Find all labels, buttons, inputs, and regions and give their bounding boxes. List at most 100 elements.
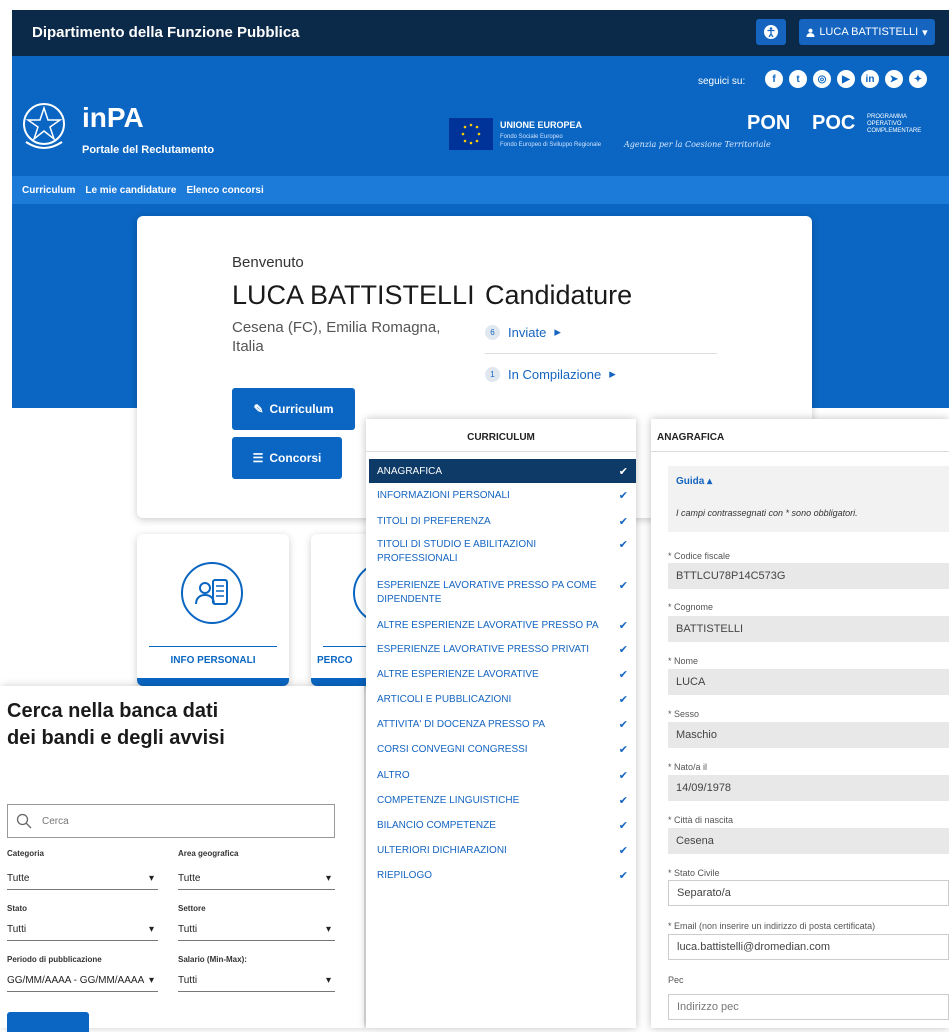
area-select[interactable]: Tutte ▾ [178,868,335,890]
curriculum-item[interactable]: BILANCIO COMPETENZE ✔ [369,813,636,838]
accessibility-button[interactable] [756,19,786,45]
check-icon: ✔ [618,490,628,502]
concorsi-button[interactable]: ☰ Concorsi [232,437,342,479]
field-label: * Sesso [668,709,700,719]
anagrafica-header: ANAGRAFICA [657,432,725,443]
instagram-icon[interactable]: ◎ [813,70,831,88]
main-nav: Curriculum Le mie candidature Elenco con… [12,176,949,204]
agency-logo: Agenzia per la Coesione Territoriale [624,140,771,149]
curriculum-item[interactable]: ALTRO ✔ [369,763,636,788]
settore-select[interactable]: Tutti ▾ [178,919,335,941]
brand-subtitle: Portale del Reclutamento [82,144,215,156]
nav-item-candidature[interactable]: Le mie candidature [85,185,176,196]
guide-toggle[interactable]: Guida ▴ [676,476,712,487]
divider [651,451,949,452]
curriculum-item[interactable]: TITOLI DI PREFERENZA ✔ [369,509,636,532]
user-name: LUCA BATTISTELLI [819,26,919,38]
dropdown-arrow-icon: ▾ [148,975,154,986]
accessibility-icon [764,25,778,39]
periodo-select[interactable]: GG/MM/AAAA - GG/MM/AAAA ▾ [7,970,158,992]
pon-logo: PON [747,112,791,134]
categoria-select[interactable]: Tutte ▾ [7,868,158,890]
stato-select[interactable]: Tutti ▾ [7,919,158,941]
extra-social-icon[interactable]: ✦ [909,70,927,88]
user-menu-button[interactable]: LUCA BATTISTELLI ▾ [799,19,935,45]
italian-emblem-icon [23,103,65,149]
guide-box: Guida ▴ I campi contrassegnati con * son… [668,466,949,532]
cognome-field: BATTISTELLI [668,616,949,642]
search-submit-button[interactable] [7,1012,89,1032]
check-icon: ✔ [618,539,628,551]
curriculum-item[interactable]: ALTRE ESPERIENZE LAVORATIVE ✔ [369,662,636,687]
candidature-sent-link[interactable]: 6 Inviate ▸ [485,324,561,340]
filter-label: Settore [178,904,206,913]
curriculum-item[interactable]: INFORMAZIONI PERSONALI ✔ [369,483,636,509]
divider [149,646,277,647]
curriculum-item[interactable]: ATTIVITA' DI DOCENZA PRESSO PA ✔ [369,712,636,737]
curriculum-item[interactable]: CORSI CONVEGNI CONGRESSI ✔ [369,737,636,763]
nome-field: LUCA [668,669,949,695]
curriculum-item[interactable]: ALTRE ESPERIENZE LAVORATIVE PRESSO PA ✔ [369,613,636,637]
field-label: * Email (non inserire un indirizzo di po… [668,921,876,931]
caret-up-icon: ▴ [707,476,713,487]
dropdown-arrow-icon: ▾ [325,975,331,986]
anagrafica-panel: ANAGRAFICA Guida ▴ I campi contrassegnat… [651,419,949,1028]
dropdown-arrow-icon: ▾ [148,873,154,884]
linkedin-icon[interactable]: in [861,70,879,88]
pec-field[interactable]: Indirizzo pec [668,994,949,1020]
curriculum-item[interactable]: ARTICOLI E PUBBLICAZIONI ✔ [369,687,636,712]
eu-fund-line: Fondo Sociale Europeo [500,134,563,140]
curriculum-item-anagrafica[interactable]: ANAGRAFICA ✔ [369,459,636,483]
curriculum-item[interactable]: COMPETENZE LINGUISTICHE ✔ [369,788,636,813]
twitter-icon[interactable]: t [789,70,807,88]
stato-civile-select[interactable]: Separato/a [668,880,949,906]
check-icon: ✔ [618,580,628,592]
codice-fiscale-field: BTTLCU78P14C573G [668,563,949,589]
percorsi-tile[interactable]: PERCO [311,534,371,686]
field-label: * Stato Civile [668,868,720,878]
check-icon: ✔ [618,845,628,857]
check-icon: ✔ [618,466,628,478]
check-icon: ✔ [618,719,628,731]
user-icon [806,28,815,37]
curriculum-item[interactable]: ULTERIORI DICHIARAZIONI ✔ [369,838,636,863]
eu-title: UNIONE EUROPEA [500,120,583,130]
list-icon: ☰ [252,451,264,465]
curriculum-item[interactable]: TITOLI DI STUDIO E ABILITAZIONI PROFESSI… [369,532,636,573]
facebook-icon[interactable]: f [765,70,783,88]
email-field[interactable]: luca.battistelli@dromedian.com [668,934,949,960]
nav-item-concorsi[interactable]: Elenco concorsi [186,185,263,196]
guide-text: I campi contrassegnati con * sono obblig… [676,508,858,518]
info-personali-tile[interactable]: INFO PERSONALI [137,534,289,686]
curriculum-item[interactable]: ESPERIENZE LAVORATIVE PRESSO PA COME DIP… [369,573,636,613]
filter-label: Stato [7,904,27,913]
field-label: * Nato/a il [668,762,708,772]
curriculum-button[interactable]: ✎ Curriculum [232,388,355,430]
caret-right-icon: ▸ [609,366,616,381]
check-icon: ✔ [618,770,628,782]
dropdown-arrow-icon: ▾ [325,873,331,884]
eu-flag-icon [449,118,493,150]
edit-document-icon: ✎ [253,402,264,416]
caret-down-icon: ▾ [922,26,928,39]
divider [323,646,371,647]
citta-nascita-field: Cesena [668,828,949,854]
count-badge: 1 [485,366,500,382]
telegram-icon[interactable]: ➤ [885,70,903,88]
search-icon [16,813,32,829]
brand-title[interactable]: inPA [82,102,144,134]
check-icon: ✔ [618,620,628,632]
eu-fund-line: Fondo Europeo di Sviluppo Regionale [500,142,602,148]
profile-document-icon [181,562,243,624]
search-input[interactable] [40,814,304,828]
youtube-icon[interactable]: ▶ [837,70,855,88]
top-bar: Dipartimento della Funzione Pubblica LUC… [12,10,949,56]
nav-item-curriculum[interactable]: Curriculum [22,185,75,196]
draft-label: In Compilazione [508,366,602,382]
candidature-draft-link[interactable]: 1 In Compilazione ▸ [485,366,616,382]
salario-select[interactable]: Tutti ▾ [178,970,335,992]
search-box[interactable] [7,804,335,838]
curriculum-item[interactable]: RIEPILOGO ✔ [369,863,636,888]
department-link[interactable]: Dipartimento della Funzione Pubblica [32,24,300,41]
curriculum-item[interactable]: ESPERIENZE LAVORATIVE PRESSO PRIVATI ✔ [369,637,636,662]
